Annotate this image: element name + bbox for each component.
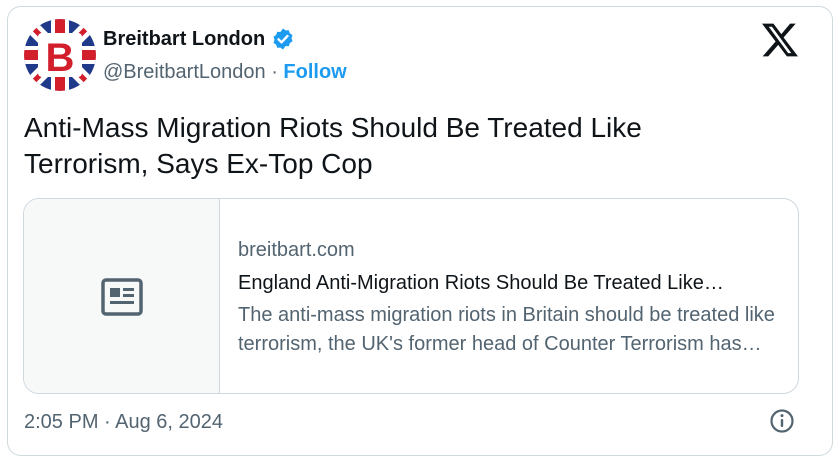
x-logo-icon[interactable] (760, 22, 800, 58)
separator-dot: · (265, 61, 284, 83)
link-body: breitbart.com England Anti-Migration Rio… (238, 236, 783, 359)
handle-line: @BreitbartLondon · Follow (103, 61, 347, 84)
svg-text:B: B (46, 36, 75, 80)
author-name[interactable]: Breitbart London (103, 27, 295, 51)
tweet-text: Anti-Mass Migration Riots Should Be Trea… (24, 112, 642, 179)
article-icon (100, 278, 143, 316)
author-avatar[interactable]: B (24, 19, 96, 91)
info-icon[interactable] (769, 408, 795, 434)
link-domain: breitbart.com (238, 239, 355, 261)
verified-badge-icon (273, 28, 293, 50)
link-description: The anti-mass migration riots in Britain… (238, 304, 775, 355)
follow-button[interactable]: Follow (283, 61, 346, 83)
breitbart-logo-icon: B (24, 19, 96, 91)
author-handle[interactable]: @BreitbartLondon (103, 61, 266, 83)
link-title: England Anti-Migration Riots Should Be T… (238, 272, 724, 294)
author-name-text[interactable]: Breitbart London (103, 28, 265, 51)
tweet-timestamp[interactable]: 2:05 PM · Aug 6, 2024 (24, 411, 223, 434)
link-thumbnail (24, 199, 220, 393)
link-preview-card[interactable]: breitbart.com England Anti-Migration Rio… (23, 198, 799, 394)
